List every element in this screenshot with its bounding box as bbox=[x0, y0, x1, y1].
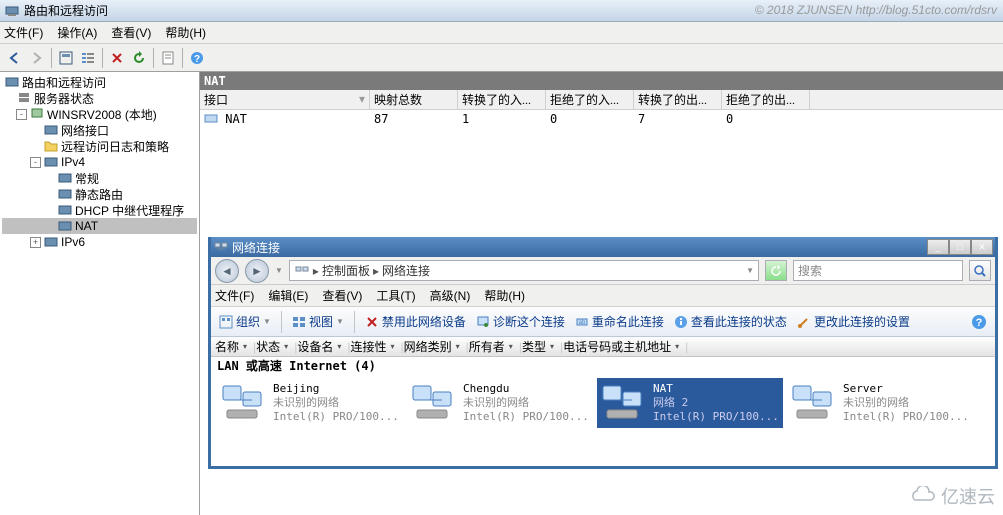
refresh-button[interactable] bbox=[765, 260, 787, 281]
col-mappings[interactable]: 映射总数 bbox=[370, 90, 458, 109]
search-input[interactable]: 搜索 bbox=[793, 260, 963, 281]
col-name[interactable]: 名称▾ bbox=[215, 338, 249, 355]
properties-icon[interactable] bbox=[157, 47, 179, 69]
tree-winsrv[interactable]: -WINSRV2008 (本地) bbox=[2, 106, 197, 122]
tree-ipv4[interactable]: -IPv4 bbox=[2, 154, 197, 170]
col-owner[interactable]: 所有者▾ bbox=[469, 338, 515, 355]
col-type[interactable]: 类型▾ bbox=[522, 338, 556, 355]
menu-file[interactable]: 文件(F) bbox=[4, 24, 43, 41]
views-button[interactable]: 视图▼ bbox=[292, 313, 344, 330]
network-adapter-icon bbox=[599, 382, 647, 422]
tree-ipv6[interactable]: +IPv6 bbox=[2, 234, 197, 250]
search-button[interactable] bbox=[969, 260, 991, 281]
col-phone[interactable]: 电话号码或主机地址▾ bbox=[563, 338, 681, 355]
tree-net-if[interactable]: 网络接口 bbox=[2, 122, 197, 138]
table-header: 接口▾ 映射总数 转换了的入... 拒绝了的入... 转换了的出... 拒绝了的… bbox=[200, 90, 1003, 110]
column-headers: 名称▾| 状态▾| 设备名▾| 连接性▾| 网络类别▾| 所有者▾| 类型▾| … bbox=[211, 337, 995, 357]
network-adapter-icon bbox=[409, 382, 457, 422]
subwindow-title: 网络连接 bbox=[229, 239, 927, 256]
col-status[interactable]: 状态▾ bbox=[256, 338, 290, 355]
menu-view[interactable]: 查看(V) bbox=[111, 24, 151, 41]
group-header: LAN 或高速 Internet (4) bbox=[211, 357, 995, 374]
tree-general[interactable]: 常规 bbox=[2, 170, 197, 186]
refresh-icon[interactable] bbox=[128, 47, 150, 69]
col-rej-in[interactable]: 拒绝了的入... bbox=[546, 90, 634, 109]
list-icon[interactable] bbox=[77, 47, 99, 69]
nav-forward-icon[interactable] bbox=[26, 47, 48, 69]
subwindow-title-bar[interactable]: 网络连接 _ □ ✕ bbox=[211, 237, 995, 257]
tree-panel: 路由和远程访问 服务器状态 -WINSRV2008 (本地) 网络接口 远程访问… bbox=[0, 72, 200, 515]
sub-menu-tool[interactable]: 工具(T) bbox=[376, 287, 415, 304]
network-icon bbox=[213, 239, 229, 255]
network-path-icon bbox=[294, 263, 310, 279]
network-adapter-icon bbox=[219, 382, 267, 422]
sub-menu-view[interactable]: 查看(V) bbox=[322, 287, 362, 304]
collapse-icon[interactable]: - bbox=[30, 157, 41, 168]
nav-dropdown-icon[interactable]: ▼ bbox=[275, 266, 283, 275]
table-row[interactable]: NAT 87 1 0 7 0 bbox=[200, 110, 1003, 128]
close-button[interactable]: ✕ bbox=[971, 239, 993, 255]
subwindow-menu: 文件(F) 编辑(E) 查看(V) 工具(T) 高级(N) 帮助(H) bbox=[211, 285, 995, 307]
window-icon[interactable] bbox=[55, 47, 77, 69]
delete-icon[interactable] bbox=[106, 47, 128, 69]
col-nettype[interactable]: 网络类别▾ bbox=[404, 338, 462, 355]
connection-chengdu[interactable]: Chengdu未识别的网络Intel(R) PRO/100... bbox=[407, 378, 593, 428]
cloud-icon bbox=[907, 486, 937, 506]
breadcrumb[interactable]: ▸ 控制面板 ▸ 网络连接 ▼ bbox=[289, 260, 759, 281]
menu-bar: 文件(F) 操作(A) 查看(V) 帮助(H) bbox=[0, 22, 1003, 44]
sub-menu-file[interactable]: 文件(F) bbox=[215, 287, 254, 304]
maximize-button[interactable]: □ bbox=[949, 239, 971, 255]
nav-forward-button[interactable]: ► bbox=[245, 259, 269, 283]
tree-server-status[interactable]: 服务器状态 bbox=[2, 90, 197, 106]
view-status-button[interactable]: 查看此连接的状态 bbox=[674, 313, 787, 330]
minimize-button[interactable]: _ bbox=[927, 239, 949, 255]
toolbar: ? bbox=[0, 44, 1003, 72]
watermark: © 2018 ZJUNSEN http://blog.51cto.com/rds… bbox=[755, 3, 997, 17]
col-trans-out[interactable]: 转换了的出... bbox=[634, 90, 722, 109]
title-text: 路由和远程访问 bbox=[24, 2, 108, 19]
menu-action[interactable]: 操作(A) bbox=[57, 24, 97, 41]
collapse-icon[interactable]: - bbox=[16, 109, 27, 120]
tree-root[interactable]: 路由和远程访问 bbox=[2, 74, 197, 90]
app-icon bbox=[4, 3, 20, 19]
expand-icon[interactable]: + bbox=[30, 237, 41, 248]
svg-text:?: ? bbox=[194, 54, 200, 65]
sub-menu-edit[interactable]: 编辑(E) bbox=[268, 287, 308, 304]
col-rej-out[interactable]: 拒绝了的出... bbox=[722, 90, 810, 109]
svg-text:?: ? bbox=[976, 317, 983, 329]
connection-server[interactable]: Server未识别的网络Intel(R) PRO/100... bbox=[787, 378, 973, 428]
col-device[interactable]: 设备名▾ bbox=[297, 338, 343, 355]
sub-menu-help[interactable]: 帮助(H) bbox=[484, 287, 525, 304]
disable-device-button[interactable]: 禁用此网络设备 bbox=[365, 313, 466, 330]
menu-help[interactable]: 帮助(H) bbox=[165, 24, 206, 41]
sub-menu-adv[interactable]: 高级(N) bbox=[430, 287, 471, 304]
tree-static-route[interactable]: 静态路由 bbox=[2, 186, 197, 202]
connections-list: Beijing未识别的网络Intel(R) PRO/100... Chengdu… bbox=[211, 374, 995, 432]
tree-dhcp[interactable]: DHCP 中继代理程序 bbox=[2, 202, 197, 218]
command-bar: 组织▼ 视图▼ 禁用此网络设备 诊断这个连接 ab重命名此连接 查看此连接的状态… bbox=[211, 307, 995, 337]
organize-button[interactable]: 组织▼ bbox=[219, 313, 271, 330]
network-adapter-icon bbox=[789, 382, 837, 422]
help-icon[interactable]: ? bbox=[186, 47, 208, 69]
help-button[interactable]: ? bbox=[971, 314, 987, 330]
content-header: NAT bbox=[200, 72, 1003, 90]
connection-nat[interactable]: NAT网络 2Intel(R) PRO/100... bbox=[597, 378, 783, 428]
diagnose-button[interactable]: 诊断这个连接 bbox=[476, 313, 565, 330]
col-trans-in[interactable]: 转换了的入... bbox=[458, 90, 546, 109]
address-bar-area: ◄ ► ▼ ▸ 控制面板 ▸ 网络连接 ▼ 搜索 bbox=[211, 257, 995, 285]
tree-remote-log[interactable]: 远程访问日志和策略 bbox=[2, 138, 197, 154]
connection-beijing[interactable]: Beijing未识别的网络Intel(R) PRO/100... bbox=[217, 378, 403, 428]
svg-text:ab: ab bbox=[579, 320, 586, 326]
col-interface[interactable]: 接口▾ bbox=[200, 90, 370, 109]
rename-button[interactable]: ab重命名此连接 bbox=[575, 313, 664, 330]
nav-back-button[interactable]: ◄ bbox=[215, 259, 239, 283]
tree-nat[interactable]: NAT bbox=[2, 218, 197, 234]
col-conn[interactable]: 连接性▾ bbox=[350, 338, 396, 355]
nav-back-icon[interactable] bbox=[4, 47, 26, 69]
network-connections-window: 网络连接 _ □ ✕ ◄ ► ▼ ▸ 控制面板 ▸ 网络连接 ▼ 搜索 文件(F… bbox=[208, 237, 998, 469]
corner-logo: 亿速云 bbox=[907, 483, 995, 509]
change-settings-button[interactable]: 更改此连接的设置 bbox=[797, 313, 910, 330]
